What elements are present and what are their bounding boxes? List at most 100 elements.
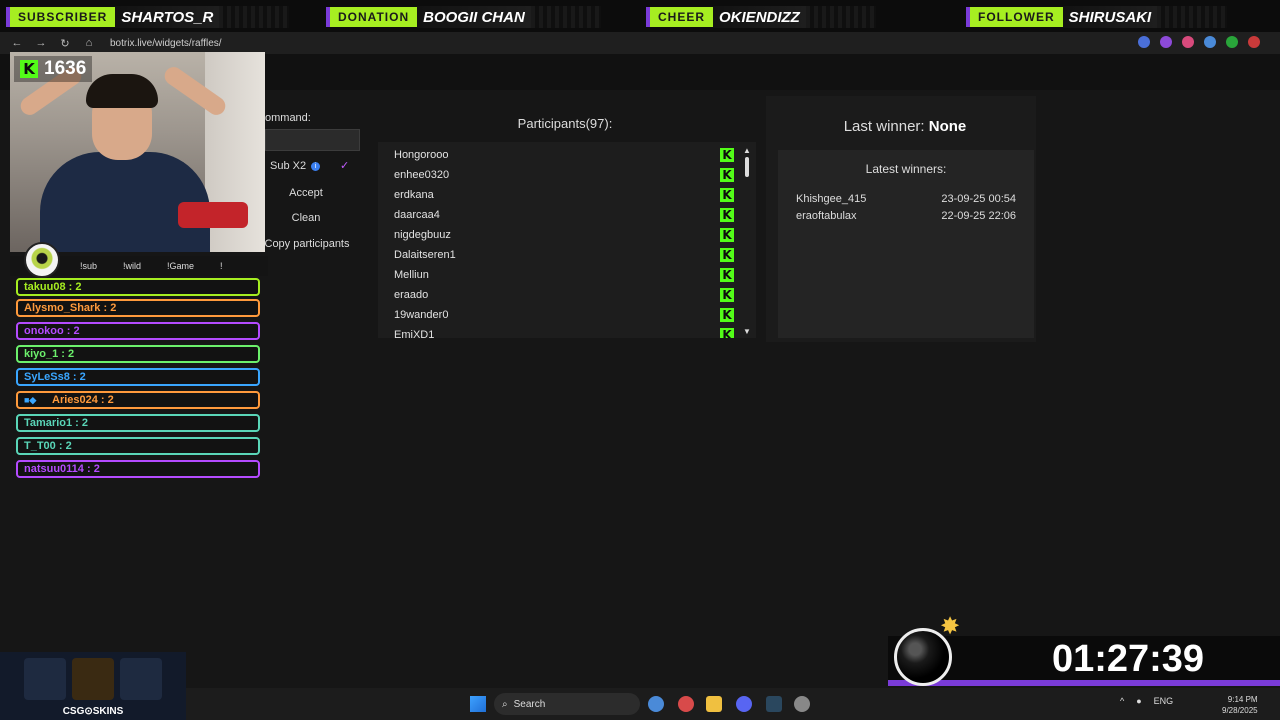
- participant-name: nigdegbuuz: [394, 229, 451, 241]
- alert-value: BOOGII CHAN: [417, 6, 531, 28]
- follower-alert: FOLLOWER SHIRUSAKI: [966, 6, 1228, 28]
- viewer-counter: K 1636: [14, 56, 93, 82]
- eyeball-mascot-icon: [24, 242, 60, 278]
- skin-slot: [72, 658, 114, 700]
- participant-row: enhee0320 K: [394, 165, 734, 185]
- chrome-icon[interactable]: [648, 696, 664, 712]
- app-icon[interactable]: [678, 696, 694, 712]
- donation-alert: DONATION BOOGII CHAN: [326, 6, 601, 28]
- timer-value: 01:27:39: [1051, 638, 1205, 680]
- participant-row: erdkana K: [394, 185, 734, 205]
- folder-icon[interactable]: [706, 696, 722, 712]
- participant-name: Melliun: [394, 269, 429, 281]
- participant-name: erdkana: [394, 189, 434, 201]
- skins-widget: CSG⊙SKINS: [0, 652, 186, 720]
- back-icon[interactable]: ←: [10, 37, 24, 50]
- kick-icon: K: [720, 148, 734, 162]
- extension-icon[interactable]: [1182, 36, 1194, 48]
- command-label: ommand:: [265, 112, 311, 124]
- address-bar[interactable]: botrix.live/widgets/raffles/: [110, 38, 222, 49]
- alert-label: CHEER: [646, 7, 714, 27]
- winner-date: 23-09-25 00:54: [941, 193, 1016, 205]
- mic-icon[interactable]: ●: [1136, 696, 1141, 706]
- info-icon[interactable]: i: [311, 161, 321, 171]
- winner-date: 22-09-25 22:06: [941, 210, 1016, 222]
- participant-row: EmiXD1 K: [394, 325, 734, 338]
- microphone: [178, 202, 248, 228]
- winner-name: Khishgee_415: [796, 193, 867, 205]
- windows-start-icon[interactable]: [470, 696, 486, 712]
- participant-name: daarcaa4: [394, 209, 440, 221]
- chat-entry: kiyo_1 : 2: [16, 345, 260, 363]
- steam-icon[interactable]: [766, 696, 782, 712]
- accept-button[interactable]: Accept: [262, 183, 350, 203]
- participant-row: Hongorooo K: [394, 145, 734, 165]
- kick-icon: K: [720, 168, 734, 182]
- skins-brand: CSG⊙SKINS: [62, 706, 124, 717]
- home-icon[interactable]: ⌂: [82, 37, 96, 50]
- winner-name: eraoftabulax: [796, 210, 857, 222]
- extension-icon[interactable]: [1204, 36, 1216, 48]
- app-icon[interactable]: [794, 696, 810, 712]
- alert-label: FOLLOWER: [966, 7, 1063, 27]
- participants-title: Participants(97):: [517, 116, 613, 131]
- scroll-up-icon[interactable]: ▲: [742, 146, 752, 155]
- extension-icon[interactable]: [1138, 36, 1150, 48]
- chevron-up-icon[interactable]: ^: [1120, 696, 1124, 706]
- alert-decoration: [1157, 6, 1228, 28]
- scroll-thumb[interactable]: [745, 157, 749, 177]
- discord-icon[interactable]: [736, 696, 752, 712]
- profile-icon[interactable]: [1248, 36, 1260, 48]
- last-winner: Last winner: None: [766, 118, 1044, 135]
- participant-row: eraado K: [394, 285, 734, 305]
- participant-name: Dalaitseren1: [394, 249, 456, 261]
- participant-row: Melliun K: [394, 265, 734, 285]
- timer-progress: [888, 680, 1280, 686]
- kick-icon: K: [720, 228, 734, 242]
- kick-icon: K: [720, 268, 734, 282]
- participant-name: eraado: [394, 289, 429, 301]
- participants-list[interactable]: Hongorooo K enhee0320 K erdkana K daarcaa4 K…: [378, 142, 756, 338]
- alert-bar: SUBSCRIBER SHARTOS_R DONATION BOOGII CHA…: [0, 0, 1280, 32]
- chat-entry: natsuu0114 : 2: [16, 460, 260, 478]
- skin-slot: [24, 658, 66, 700]
- language-indicator[interactable]: ENG: [1154, 696, 1174, 706]
- chat-entry-text: Aries024 : 2: [52, 394, 114, 406]
- clean-button[interactable]: Clean: [262, 208, 350, 228]
- chat-entry: onokoo : 2: [16, 322, 260, 340]
- system-tray: ^ ● ENG: [1120, 696, 1173, 706]
- chat-entry: Tamario1 : 2: [16, 414, 260, 432]
- extension-icon[interactable]: [1226, 36, 1238, 48]
- reload-icon[interactable]: ↻: [58, 37, 72, 50]
- clock-time: 9:14 PM: [1227, 695, 1258, 704]
- system-clock[interactable]: 9:14 PM 9/28/2025: [1222, 694, 1258, 716]
- badge-icon: ■◆: [24, 394, 37, 405]
- participants-scrollbar[interactable]: ▲ ▼: [742, 146, 752, 336]
- copy-participants-button[interactable]: Copy participants: [262, 234, 352, 254]
- sub-x2-label: Sub X2: [270, 160, 307, 172]
- participant-row: nigdegbuuz K: [394, 225, 734, 245]
- extension-icon[interactable]: [1160, 36, 1172, 48]
- forward-icon[interactable]: →: [34, 37, 48, 50]
- latest-winners-title: Latest winners:: [865, 162, 947, 176]
- kick-icon: K: [720, 188, 734, 202]
- skin-slot: [120, 658, 162, 700]
- chat-entry: SyLeSs8 : 2: [16, 368, 260, 386]
- search-icon: ⌕: [502, 698, 508, 710]
- streamer-hair: [86, 74, 158, 108]
- search-label: Search: [513, 698, 546, 710]
- command-item: !sub: [80, 261, 98, 271]
- subscriber-alert: SUBSCRIBER SHARTOS_R: [6, 6, 290, 28]
- alert-decoration: [805, 6, 876, 28]
- scroll-down-icon[interactable]: ▼: [742, 327, 752, 336]
- taskbar-search[interactable]: ⌕ Search: [494, 693, 640, 715]
- alert-label: DONATION: [326, 7, 418, 27]
- kick-icon: K: [720, 208, 734, 222]
- command-input[interactable]: [265, 129, 360, 151]
- command-item: !: [220, 261, 223, 271]
- chat-entry: ■◆ Aries024 : 2: [16, 391, 260, 409]
- alert-label: SUBSCRIBER: [6, 7, 116, 27]
- command-item: !Game: [167, 261, 195, 271]
- latest-winners-box: [778, 150, 1034, 338]
- sub-x2-checkbox[interactable]: ✓: [340, 161, 350, 172]
